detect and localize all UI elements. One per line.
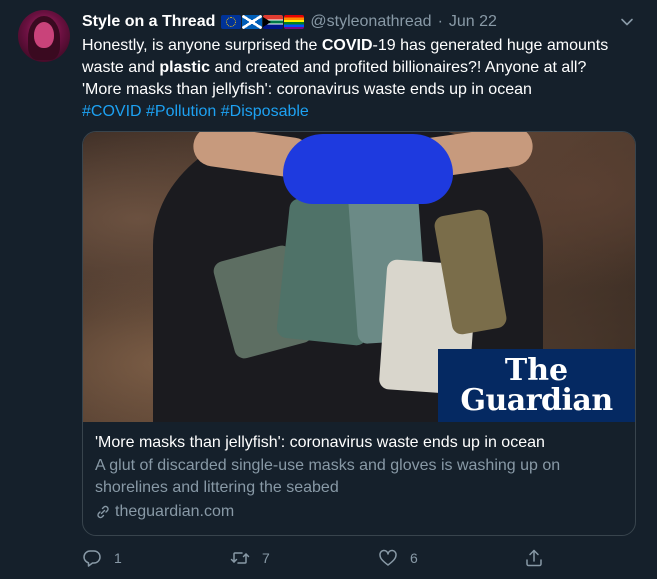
- tweet-text: Honestly, is anyone surprised the COVID-…: [82, 35, 642, 123]
- retweet-count: 7: [262, 550, 270, 566]
- hashtags: #COVID #Pollution #Disposable: [82, 101, 642, 123]
- card-image-gloves: [283, 134, 453, 204]
- like-button[interactable]: 6: [378, 548, 418, 568]
- hashtag-covid[interactable]: #COVID: [82, 103, 142, 120]
- tweet-line-1: Honestly, is anyone surprised the COVID-…: [82, 37, 609, 54]
- card-image[interactable]: The Guardian: [83, 132, 635, 422]
- chevron-down-icon[interactable]: [619, 14, 635, 30]
- tweet-line-3: 'More masks than jellyfish': coronavirus…: [82, 81, 532, 98]
- share-icon: [526, 549, 542, 567]
- reply-count: 1: [114, 550, 122, 566]
- link-card[interactable]: The Guardian 'More masks than jellyfish'…: [82, 131, 636, 536]
- hashtag-pollution[interactable]: #Pollution: [146, 103, 216, 120]
- reply-button[interactable]: 1: [82, 548, 122, 568]
- avatar-face: [34, 22, 54, 48]
- south-africa-flag-icon: [263, 15, 284, 29]
- separator-dot: ·: [437, 13, 443, 30]
- tweet-line-2: waste and plastic and created and profit…: [82, 59, 587, 76]
- highlight-covid: COVID: [321, 37, 373, 54]
- share-button[interactable]: [524, 548, 556, 568]
- reply-icon: [83, 550, 101, 567]
- card-domain-text: theguardian.com: [115, 503, 235, 520]
- like-count: 6: [410, 550, 418, 566]
- eu-flag-icon: [221, 15, 242, 29]
- retweet-button[interactable]: 7: [230, 548, 270, 568]
- card-body: 'More masks than jellyfish': coronavirus…: [95, 432, 625, 523]
- retweet-icon: [230, 552, 250, 564]
- tweet[interactable]: Style on a Thread @styleonathread · Jun …: [0, 0, 657, 579]
- hashtag-disposable[interactable]: #Disposable: [221, 103, 309, 120]
- heart-icon: [379, 549, 397, 566]
- link-icon: [97, 505, 109, 519]
- highlight-plastic: plastic: [159, 59, 211, 76]
- tweet-header: Style on a Thread @styleonathread · Jun …: [82, 11, 497, 33]
- avatar[interactable]: [18, 10, 70, 62]
- author-name[interactable]: Style on a Thread: [82, 13, 215, 31]
- author-handle[interactable]: @styleonathread: [310, 13, 431, 31]
- tweet-actions: 1 7 6: [82, 548, 642, 570]
- card-domain: theguardian.com: [95, 501, 625, 523]
- rainbow-flag-icon: [284, 15, 305, 29]
- card-description: A glut of discarded single-use masks and…: [95, 457, 561, 496]
- tweet-date[interactable]: Jun 22: [449, 13, 497, 31]
- card-title[interactable]: 'More masks than jellyfish': coronavirus…: [95, 432, 625, 454]
- guardian-logo: The Guardian: [438, 349, 635, 422]
- profile-flags: [221, 15, 305, 29]
- scotland-flag-icon: [242, 15, 263, 29]
